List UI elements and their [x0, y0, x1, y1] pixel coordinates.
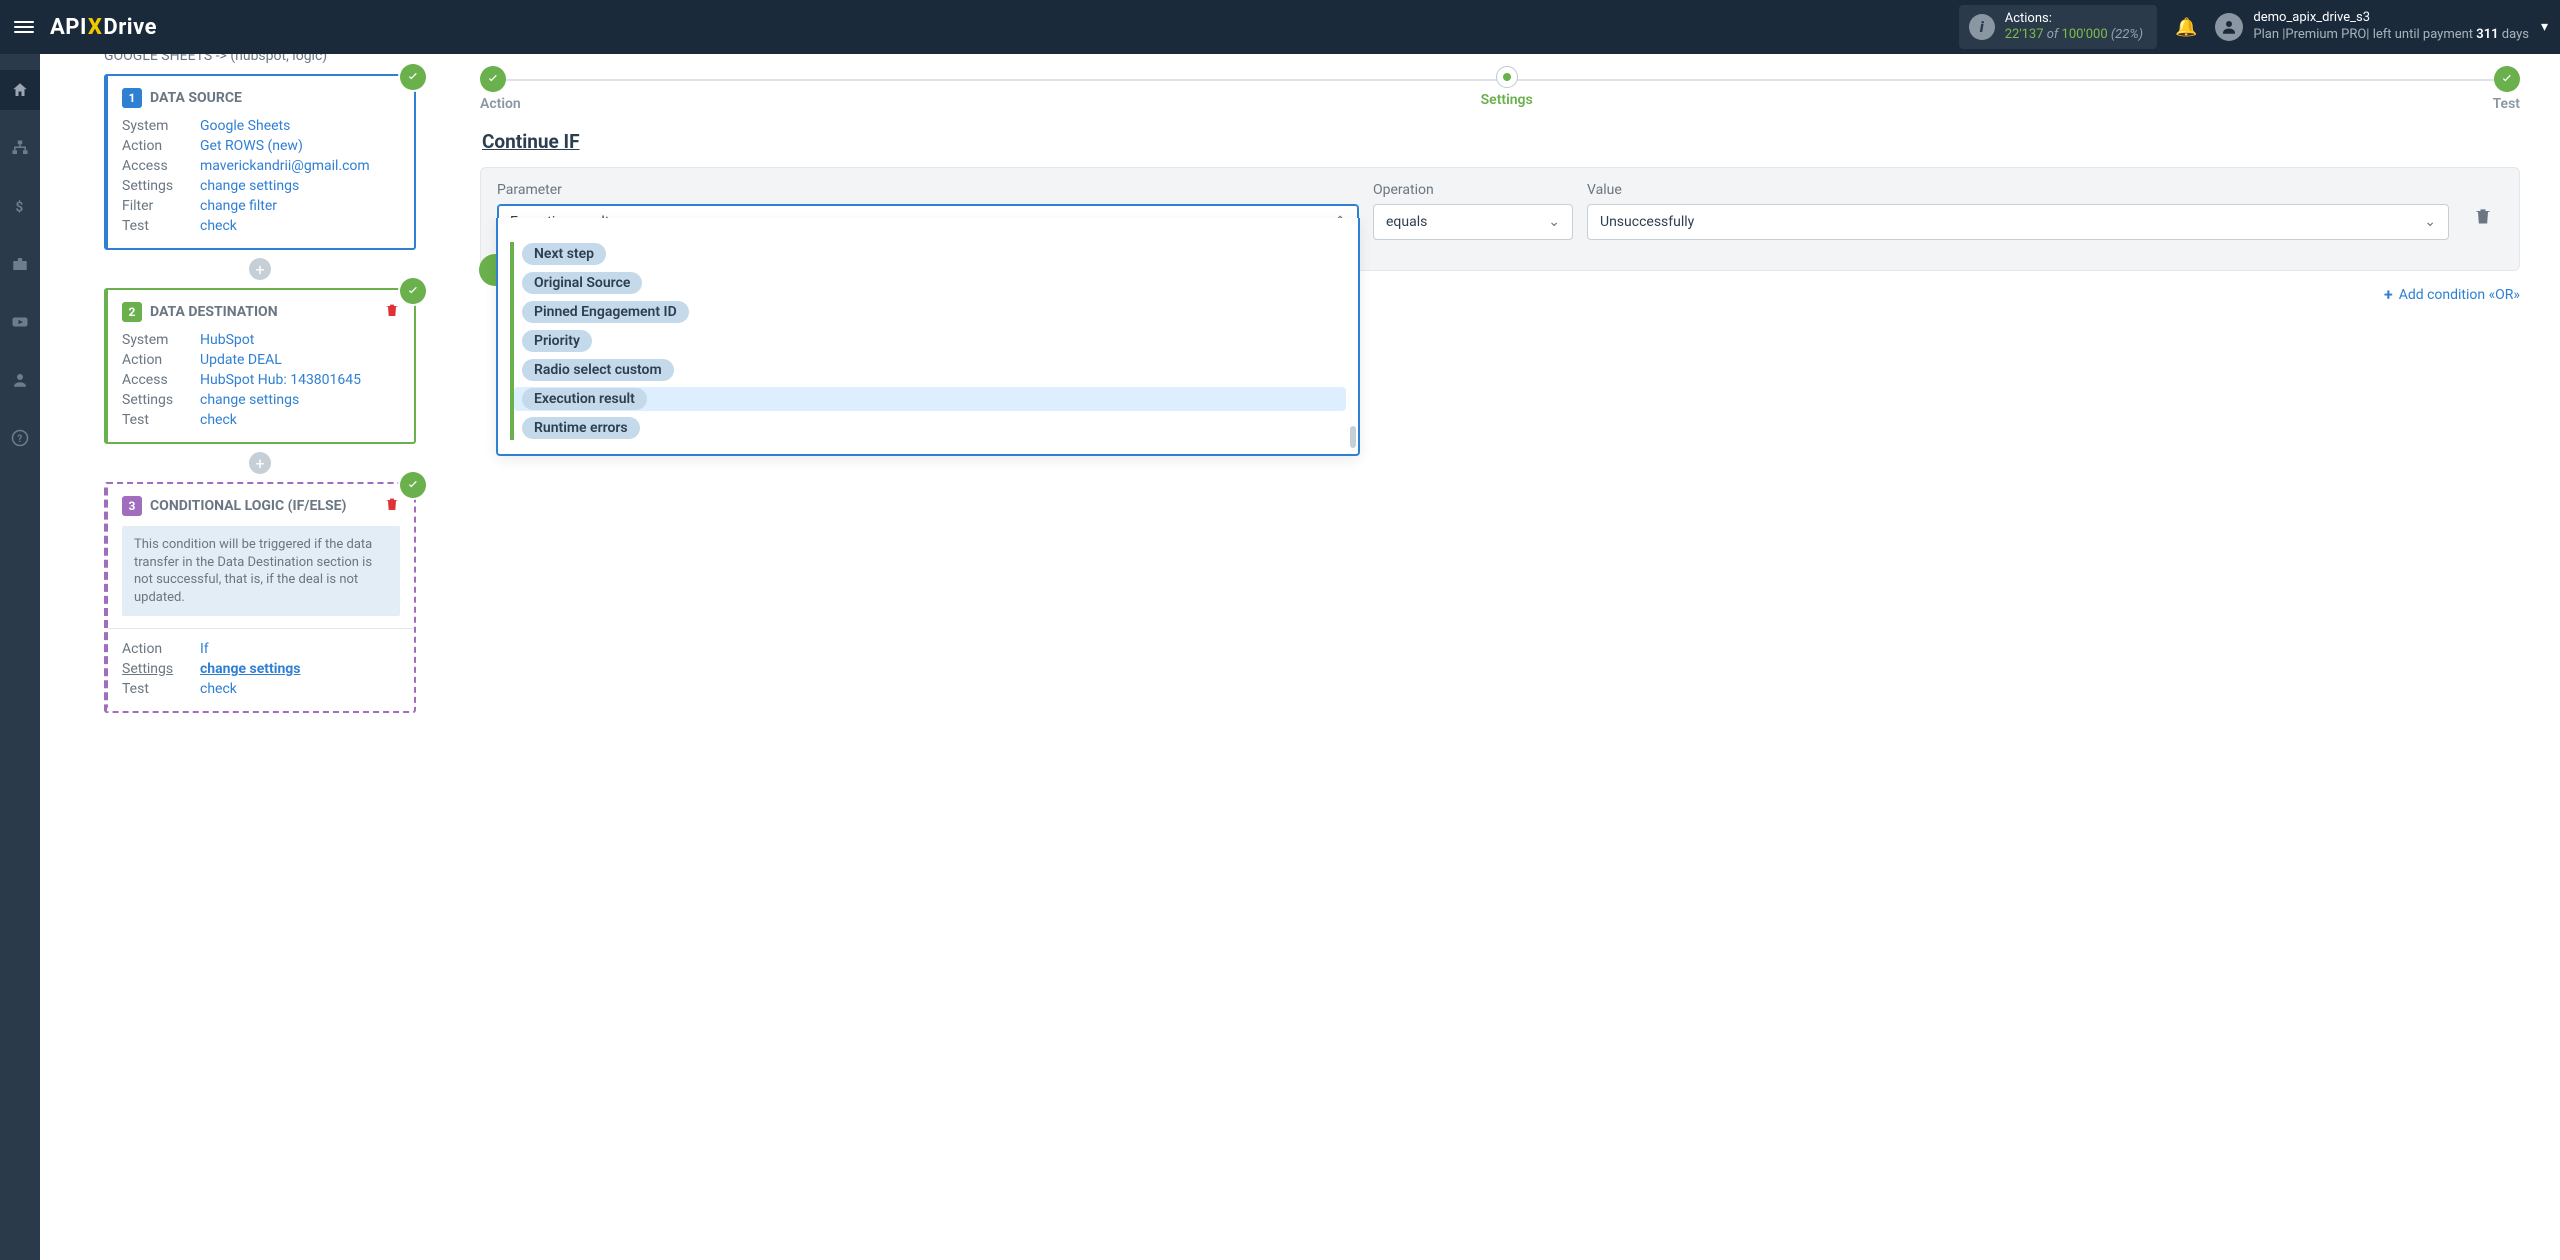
- step-action-dot[interactable]: [480, 66, 506, 92]
- card-title: DATA DESTINATION: [150, 304, 278, 320]
- topbar: APIXDrive i Actions: 22'137 of 100'000 (…: [0, 0, 2560, 54]
- card-data-destination[interactable]: 2 DATA DESTINATION SystemHubSpot ActionU…: [104, 288, 416, 444]
- source-settings[interactable]: change settings: [200, 178, 400, 194]
- option[interactable]: Runtime errors: [522, 417, 640, 439]
- logic-action[interactable]: If: [200, 641, 400, 657]
- nav-youtube-icon[interactable]: [0, 302, 40, 342]
- left-panel: GOOGLE SHEETS -> (hubspot, logic) 1 DATA…: [40, 54, 440, 1260]
- dest-settings[interactable]: change settings: [200, 392, 400, 408]
- option[interactable]: Pinned Engagement ID: [522, 301, 689, 323]
- option[interactable]: Priority: [522, 330, 592, 352]
- source-filter[interactable]: change filter: [200, 198, 400, 214]
- actions-counter: 22'137 of 100'000 (22%): [2005, 27, 2143, 43]
- step-settings-dot[interactable]: [1496, 66, 1518, 88]
- main-content: Action Settings Test Continue IF Paramet…: [440, 54, 2560, 1260]
- condition-row: Parameter Execution result ⌃ Next step O…: [480, 167, 2520, 271]
- logo[interactable]: APIXDrive: [50, 15, 157, 40]
- svg-text:?: ?: [17, 434, 22, 445]
- dest-action[interactable]: Update DEAL: [200, 352, 400, 368]
- avatar-icon: [2215, 13, 2243, 41]
- info-icon: i: [1969, 14, 1995, 40]
- user-menu[interactable]: demo_apix_drive_s3 Plan |Premium PRO| le…: [2215, 10, 2529, 44]
- logic-note: This condition will be triggered if the …: [122, 526, 400, 616]
- nav-structure-icon[interactable]: [0, 128, 40, 168]
- option[interactable]: Original Source: [522, 272, 642, 294]
- option-selected[interactable]: Execution result: [522, 388, 647, 410]
- option[interactable]: Radio select custom: [522, 359, 674, 381]
- dest-test[interactable]: check: [200, 412, 400, 428]
- chevron-down-icon: ⌄: [1548, 214, 1560, 230]
- check-icon: [400, 472, 426, 498]
- value-select[interactable]: Unsuccessfully ⌄: [1587, 204, 2449, 240]
- card-title: DATA SOURCE: [150, 90, 242, 106]
- step-settings-label: Settings: [1481, 92, 1533, 108]
- operation-select[interactable]: equals ⌄: [1373, 204, 1573, 240]
- add-step-button[interactable]: +: [249, 452, 271, 474]
- nav-dollar-icon[interactable]: $: [0, 186, 40, 226]
- nav-user-icon[interactable]: [0, 360, 40, 400]
- card-title: CONDITIONAL LOGIC (IF/ELSE): [150, 498, 346, 514]
- option[interactable]: Next step: [522, 243, 606, 265]
- logic-settings[interactable]: change settings: [200, 661, 400, 677]
- wizard-steps: Action Settings Test: [480, 66, 2520, 112]
- logic-test[interactable]: check: [200, 681, 400, 697]
- step-test-dot[interactable]: [2494, 66, 2520, 92]
- label-value: Value: [1587, 182, 2449, 198]
- step-test-label: Test: [2493, 96, 2520, 112]
- plus-icon: +: [2384, 285, 2393, 304]
- step-number: 3: [122, 496, 142, 516]
- nav-help-icon[interactable]: ?: [0, 418, 40, 458]
- source-test[interactable]: check: [200, 218, 400, 234]
- delete-condition-icon[interactable]: [2463, 182, 2503, 226]
- user-plan: Plan |Premium PRO| left until payment 31…: [2253, 27, 2529, 44]
- actions-label: Actions:: [2005, 11, 2143, 27]
- step-number: 2: [122, 302, 142, 322]
- dest-system[interactable]: HubSpot: [200, 332, 400, 348]
- step-number: 1: [122, 88, 142, 108]
- user-name: demo_apix_drive_s3: [2253, 10, 2529, 27]
- nav-home-icon[interactable]: [0, 70, 40, 110]
- svg-text:$: $: [16, 199, 24, 215]
- chevron-down-icon: ⌄: [2424, 214, 2436, 230]
- menu-icon[interactable]: [12, 15, 36, 39]
- add-step-button[interactable]: +: [249, 258, 271, 280]
- label-operation: Operation: [1373, 182, 1573, 198]
- nav-briefcase-icon[interactable]: [0, 244, 40, 284]
- card-conditional-logic[interactable]: 3 CONDITIONAL LOGIC (IF/ELSE) This condi…: [104, 482, 416, 713]
- parameter-dropdown: Next step Original Source Pinned Engagem…: [496, 218, 1360, 456]
- actions-box[interactable]: i Actions: 22'137 of 100'000 (22%): [1959, 5, 2157, 50]
- bell-icon[interactable]: 🔔: [2175, 17, 2197, 38]
- source-action[interactable]: Get ROWS (new): [200, 138, 400, 154]
- card-data-source[interactable]: 1 DATA SOURCE SystemGoogle Sheets Action…: [104, 74, 416, 250]
- check-icon: [400, 278, 426, 304]
- source-system[interactable]: Google Sheets: [200, 118, 400, 134]
- step-action-label: Action: [480, 96, 521, 112]
- left-nav: $ ?: [0, 54, 40, 1260]
- trash-icon[interactable]: [384, 496, 400, 516]
- chevron-down-icon[interactable]: ▾: [2541, 19, 2548, 35]
- check-icon: [400, 64, 426, 90]
- source-access[interactable]: maverickandrii@gmail.com: [200, 158, 400, 174]
- trash-icon[interactable]: [384, 302, 400, 322]
- scrollbar-thumb[interactable]: [1350, 426, 1356, 448]
- section-title: Continue IF: [482, 130, 2520, 153]
- dest-access[interactable]: HubSpot Hub: 143801645: [200, 372, 400, 388]
- label-parameter: Parameter: [497, 182, 1359, 198]
